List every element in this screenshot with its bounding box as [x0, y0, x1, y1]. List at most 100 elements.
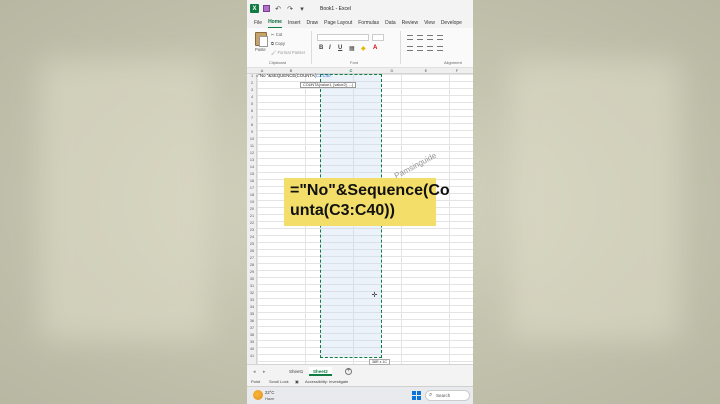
row-header[interactable]: 23: [247, 228, 257, 232]
cell-b2-formula[interactable]: ="No "&SEQUENCE(COUNTA(C3:C40: [256, 73, 331, 78]
save-icon[interactable]: [263, 5, 270, 12]
tab-file[interactable]: File: [254, 20, 262, 28]
row-header[interactable]: 19: [247, 200, 257, 204]
row-header[interactable]: 24: [247, 235, 257, 239]
ribbon-divider: [311, 31, 312, 64]
align-top-icon[interactable]: [407, 35, 413, 40]
copy-label: Copy: [275, 41, 285, 46]
tab-page-layout[interactable]: Page Layout: [324, 20, 352, 28]
sheet-tab-sheet2[interactable]: Sheet2: [309, 367, 332, 376]
status-macro-icon[interactable]: ▣: [295, 379, 299, 384]
row-header[interactable]: 22: [247, 221, 257, 225]
caption-line-2: unta(C3:C40)): [290, 202, 395, 219]
paste-button[interactable]: Paste: [255, 47, 266, 52]
row-header[interactable]: 27: [247, 256, 257, 260]
row-header[interactable]: 21: [247, 214, 257, 218]
row-header[interactable]: 29: [247, 270, 257, 274]
formula-text: ="No "&SEQUENCE(COUNTA(: [256, 73, 316, 78]
row-header[interactable]: 32: [247, 291, 257, 295]
row-header[interactable]: 37: [247, 326, 257, 330]
row-header[interactable]: 18: [247, 193, 257, 197]
align-right-icon[interactable]: [427, 46, 433, 51]
row-header[interactable]: 33: [247, 298, 257, 302]
row-header[interactable]: 25: [247, 242, 257, 246]
undo-icon[interactable]: ↶: [274, 5, 282, 13]
orientation-icon[interactable]: [437, 35, 443, 40]
row-header[interactable]: 14: [247, 165, 257, 169]
tab-draw[interactable]: Draw: [306, 20, 318, 28]
row-header[interactable]: 9: [247, 130, 257, 134]
row-header[interactable]: 6: [247, 109, 257, 113]
underline-button[interactable]: U: [338, 45, 342, 51]
font-color-icon[interactable]: A: [373, 45, 377, 51]
tab-formulas[interactable]: Formulas: [358, 20, 379, 28]
customize-toolbar-icon[interactable]: ▾: [298, 5, 306, 13]
row-header[interactable]: 5: [247, 102, 257, 106]
font-name-select[interactable]: [317, 34, 369, 41]
prev-sheet-icon[interactable]: ◂: [253, 369, 256, 375]
row-header[interactable]: 3: [247, 88, 257, 92]
font-size-select[interactable]: [372, 34, 384, 41]
ribbon-tabs: File Home Insert Draw Page Layout Formul…: [247, 17, 473, 28]
paste-icon[interactable]: [255, 32, 268, 47]
italic-button[interactable]: I: [329, 45, 331, 51]
row-header[interactable]: 10: [247, 137, 257, 141]
row-header[interactable]: 35: [247, 312, 257, 316]
sheet-tabs-bar: ◂ ▸ Sheet1 Sheet2 +: [247, 364, 473, 378]
row-header[interactable]: 38: [247, 333, 257, 337]
row-header[interactable]: 8: [247, 123, 257, 127]
align-center-icon[interactable]: [417, 46, 423, 51]
tab-developer[interactable]: Develope: [441, 20, 462, 28]
redo-icon[interactable]: ↷: [286, 5, 294, 13]
row-header[interactable]: 13: [247, 158, 257, 162]
sheet-tab-sheet1[interactable]: Sheet1: [285, 367, 307, 376]
tab-home[interactable]: Home: [268, 19, 282, 28]
row-header[interactable]: 41: [247, 354, 257, 358]
windows-start-icon[interactable]: [412, 391, 421, 400]
row-header[interactable]: 36: [247, 319, 257, 323]
row-header[interactable]: 4: [247, 95, 257, 99]
next-sheet-icon[interactable]: ▸: [263, 369, 266, 375]
title-bar: X ↶ ↷ ▾ Book1 - Excel: [247, 0, 473, 17]
row-header[interactable]: 7: [247, 116, 257, 120]
column-header-f[interactable]: F: [447, 68, 467, 73]
row-header[interactable]: 34: [247, 305, 257, 309]
row-header[interactable]: 16: [247, 179, 257, 183]
formula-range-ref: C3:C40: [315, 73, 331, 78]
row-header[interactable]: 12: [247, 151, 257, 155]
add-sheet-icon[interactable]: +: [345, 368, 352, 375]
borders-icon[interactable]: ▦: [349, 45, 355, 52]
row-header[interactable]: 31: [247, 284, 257, 288]
format-painter-label: Format Painter: [277, 50, 306, 55]
tab-data[interactable]: Data: [385, 20, 396, 28]
bold-button[interactable]: B: [319, 45, 323, 51]
format-painter-button[interactable]: 🖌 Format Painter: [271, 50, 305, 56]
align-left-icon[interactable]: [407, 46, 413, 51]
row-header[interactable]: 2: [247, 81, 257, 85]
tab-insert[interactable]: Insert: [288, 20, 301, 28]
cut-button[interactable]: ✂ Cut: [271, 32, 282, 37]
taskbar-search[interactable]: Search: [425, 390, 470, 401]
fill-color-icon[interactable]: ◆: [361, 45, 366, 52]
row-header[interactable]: 17: [247, 186, 257, 190]
column-header-d[interactable]: D: [382, 68, 402, 73]
row-header[interactable]: 30: [247, 277, 257, 281]
tab-review[interactable]: Review: [402, 20, 418, 28]
status-scroll-lock: Scroll Lock: [269, 379, 289, 384]
weather-icon[interactable]: [253, 390, 263, 400]
row-header[interactable]: 28: [247, 263, 257, 267]
indent-icon[interactable]: [437, 46, 443, 51]
status-accessibility[interactable]: Accessibility: Investigate: [305, 379, 348, 384]
tab-view[interactable]: View: [424, 20, 435, 28]
row-header[interactable]: 26: [247, 249, 257, 253]
row-header[interactable]: 39: [247, 340, 257, 344]
row-header[interactable]: 15: [247, 172, 257, 176]
align-middle-icon[interactable]: [417, 35, 423, 40]
column-header-e[interactable]: E: [402, 68, 450, 73]
row-header[interactable]: 40: [247, 347, 257, 351]
row-header[interactable]: 20: [247, 207, 257, 211]
copy-button[interactable]: ⧉ Copy: [271, 41, 285, 46]
row-header[interactable]: 11: [247, 144, 257, 148]
function-tooltip[interactable]: COUNTA(value1, [value2], ...): [300, 82, 357, 88]
align-bottom-icon[interactable]: [427, 35, 433, 40]
